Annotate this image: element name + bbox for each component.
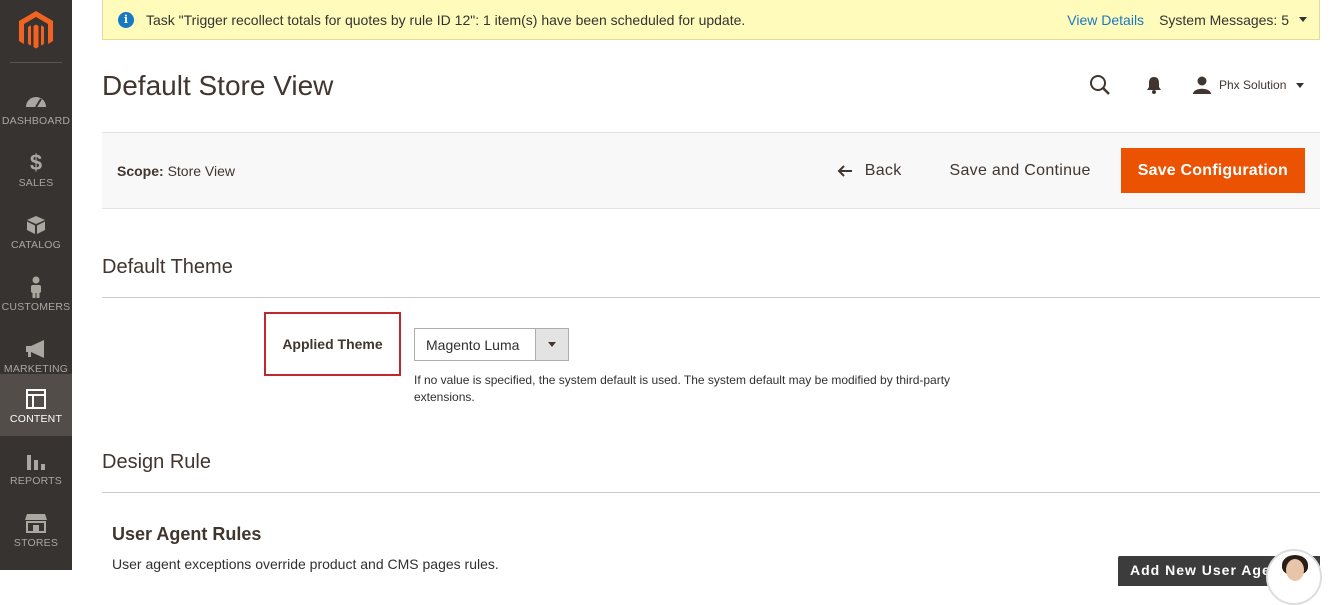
applied-theme-label-text: Applied Theme [282, 336, 383, 352]
page-title: Default Store View [102, 70, 334, 101]
section-divider [102, 297, 1320, 298]
chevron-down-icon [548, 342, 556, 347]
sidebar-item-label: DASHBOARD [1, 115, 71, 127]
view-details-link[interactable]: View Details [1067, 12, 1144, 28]
chevron-down-icon [1296, 82, 1305, 88]
chevron-down-icon [1299, 17, 1307, 22]
sidebar-item-catalog[interactable]: CATALOG [0, 200, 72, 262]
dashboard-gauge-icon [24, 90, 48, 112]
applied-theme-note: If no value is specified, the system def… [414, 373, 951, 404]
admin-sidebar: DASHBOARD $ SALES CATALOG CUSTOMERS MARK… [0, 0, 72, 570]
header-actions: Phx Solution [1085, 70, 1305, 100]
sidebar-item-reports[interactable]: REPORTS [0, 436, 72, 498]
layout-icon [24, 388, 48, 410]
applied-theme-value: Magento Luma [426, 336, 520, 353]
magento-logo[interactable] [0, 0, 72, 62]
sidebar-item-label: CONTENT [9, 413, 63, 425]
bar-chart-icon [24, 450, 48, 472]
section-title-default-theme[interactable]: Default Theme [102, 256, 233, 279]
user-agent-rules-title: User Agent Rules [112, 524, 262, 544]
user-name: Phx Solution [1219, 78, 1287, 92]
sidebar-item-label: CATALOG [10, 239, 62, 251]
magento-logo-icon [19, 11, 53, 49]
sidebar-item-label: SALES [18, 177, 54, 189]
support-avatar[interactable] [1266, 549, 1322, 605]
applied-theme-label: Applied Theme [264, 312, 401, 376]
back-button-label: Back [864, 161, 902, 179]
sidebar-item-content[interactable]: CONTENT [0, 374, 72, 436]
scope-label: Scope: [117, 162, 164, 179]
megaphone-icon [24, 338, 48, 360]
save-and-continue-button[interactable]: Save and Continue [934, 149, 1107, 193]
sidebar-item-sales[interactable]: $ SALES [0, 138, 72, 200]
logo-divider [10, 62, 62, 63]
avatar-face [1286, 559, 1304, 581]
add-user-agent-label: Add New User Agent [1130, 562, 1286, 578]
sidebar-item-label: STORES [13, 537, 59, 549]
user-account-menu[interactable]: Phx Solution [1193, 76, 1305, 94]
system-message-text: Task "Trigger recollect totals for quote… [146, 11, 746, 28]
system-messages-toggle[interactable]: System Messages: 5 [1159, 12, 1307, 28]
bell-icon[interactable] [1139, 70, 1169, 100]
storefront-icon [24, 512, 48, 534]
scope-value: Store View [167, 162, 236, 179]
select-toggle[interactable] [535, 329, 568, 360]
arrow-left-icon [837, 164, 853, 177]
sidebar-item-label: REPORTS [10, 475, 62, 487]
sidebar-item-stores[interactable]: STORES [0, 498, 72, 560]
info-icon: i [118, 11, 134, 28]
action-buttons: Back Save and Continue Save Configuratio… [821, 148, 1305, 193]
sidebar-item-customers[interactable]: CUSTOMERS [0, 262, 72, 324]
scope-indicator: Scope: Store View [117, 163, 235, 179]
system-message-bar: i Task "Trigger recollect totals for quo… [102, 0, 1320, 40]
page-actions-bar: Scope: Store View Back Save and Continue… [102, 132, 1320, 209]
back-button[interactable]: Back [821, 149, 918, 193]
applied-theme-select[interactable]: Magento Luma [414, 328, 569, 361]
section-title-design-rule[interactable]: Design Rule [102, 451, 211, 474]
user-icon [1193, 76, 1211, 94]
dollar-icon: $ [29, 150, 43, 175]
save-configuration-button[interactable]: Save Configuration [1120, 148, 1305, 193]
sidebar-item-dashboard[interactable]: DASHBOARD [0, 76, 72, 138]
search-icon[interactable] [1085, 70, 1115, 100]
sidebar-item-label: CUSTOMERS [1, 301, 71, 313]
box-icon [24, 214, 48, 236]
system-messages-count: System Messages: 5 [1159, 11, 1289, 28]
section-divider [102, 492, 1320, 493]
person-icon [24, 276, 48, 298]
